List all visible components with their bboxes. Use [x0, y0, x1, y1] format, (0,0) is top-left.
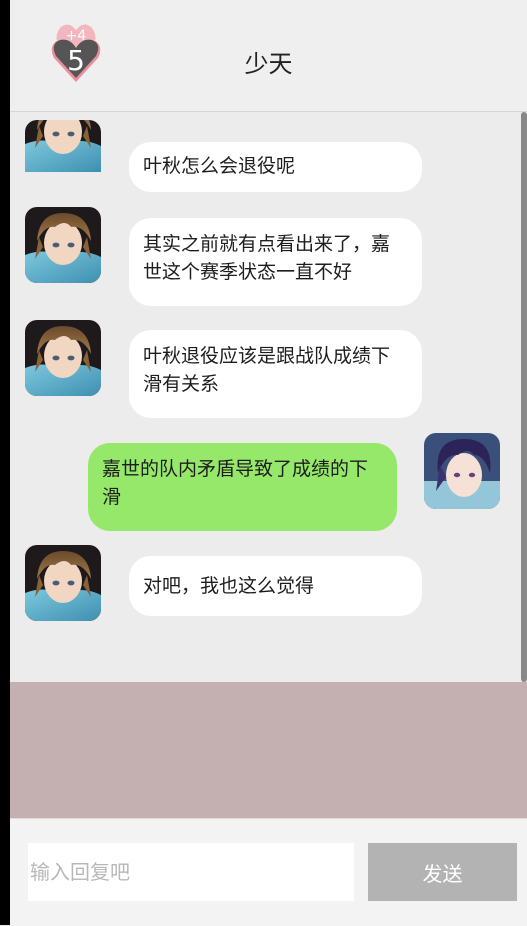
send-button[interactable]: 发送 — [368, 843, 517, 901]
message-bubble-outgoing: 嘉世的队内矛盾导致了成绩的下滑 — [88, 443, 397, 531]
user-avatar[interactable] — [424, 433, 500, 509]
message-list[interactable]: 叶秋怎么会退役呢 其实之前就有点看出来了，嘉世这个赛季状态一直不好 叶秋退役应该… — [10, 112, 527, 682]
contact-avatar[interactable] — [25, 207, 101, 283]
chat-header: +4 5 少天 — [10, 0, 527, 112]
message-bubble-incoming: 叶秋退役应该是跟战队成绩下滑有关系 — [129, 330, 422, 418]
reply-input[interactable] — [28, 843, 354, 901]
message-bubble-incoming: 其实之前就有点看出来了，嘉世这个赛季状态一直不好 — [129, 218, 422, 306]
contact-avatar[interactable] — [25, 320, 101, 396]
chat-scrollbar[interactable] — [521, 112, 527, 682]
message-bubble-incoming: 对吧，我也这么觉得 — [129, 556, 422, 616]
message-bubble-incoming: 叶秋怎么会退役呢 — [129, 142, 422, 192]
options-panel — [10, 682, 527, 818]
chat-title: 少天 — [244, 50, 293, 78]
left-edge-strip — [0, 0, 10, 925]
contact-avatar[interactable] — [25, 545, 101, 621]
reply-bar: 发送 — [10, 818, 527, 926]
badge-plus-count: +4 — [65, 28, 87, 44]
contact-avatar[interactable] — [25, 120, 101, 196]
